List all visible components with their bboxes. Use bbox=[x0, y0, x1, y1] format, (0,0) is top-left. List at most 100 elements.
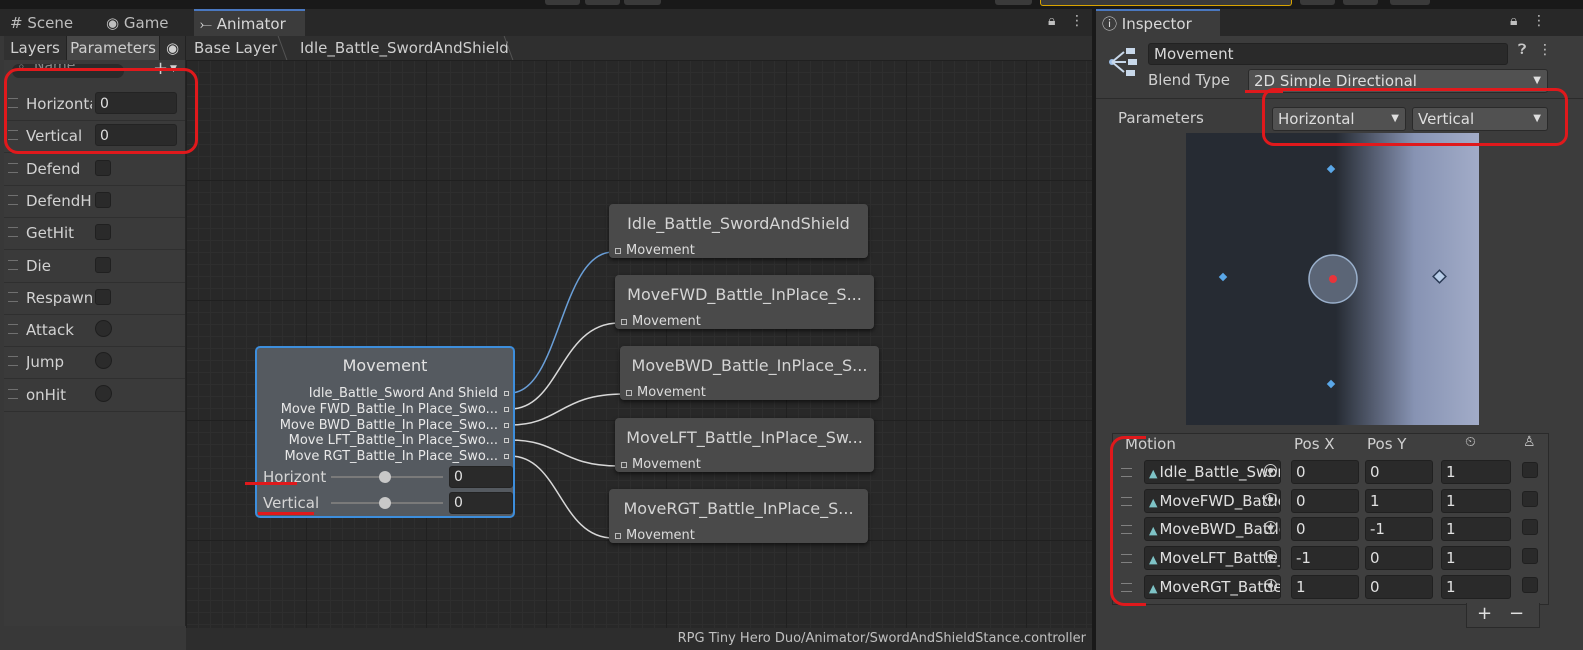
blend-tree-icon bbox=[1109, 48, 1137, 76]
node-title: MoveFWD_Battle_InPlace_S... bbox=[627, 285, 862, 304]
node-port: Movement bbox=[621, 314, 701, 329]
motion-clip-name: MoveBWD_Battle_InPlace_SwordAndShield bbox=[1159, 520, 1280, 539]
blend-space-graph[interactable] bbox=[1186, 133, 1479, 425]
clip-node[interactable]: MoveLFT_Battle_InPlace_Sw... Movement bbox=[615, 418, 874, 472]
node-title: MoveRGT_Battle_InPlace_S... bbox=[623, 499, 854, 518]
motion-output: Move BWD_Battle_In Place_Swo... bbox=[280, 418, 509, 433]
sample-point[interactable] bbox=[1432, 269, 1447, 284]
toolbar-button[interactable] bbox=[1300, 0, 1335, 5]
sample-point[interactable] bbox=[1218, 272, 1228, 282]
motion-clip-field[interactable]: ▲MoveFWD_Battle_InPlace_SwordAndShield bbox=[1144, 488, 1281, 513]
node-title: Idle_Battle_SwordAndShield bbox=[627, 214, 850, 233]
motion-row: ▲MoveRGT_Battle_InPlace_SwordAndShield 10… bbox=[1113, 574, 1548, 603]
controller-path: RPG Tiny Hero Duo/Animator/SwordAndShiel… bbox=[677, 631, 1086, 646]
motion-clip-field[interactable]: ▲Idle_Battle_SwordAndShield bbox=[1144, 460, 1281, 484]
slider-handle[interactable] bbox=[379, 471, 391, 483]
motion-clip-name: MoveRGT_Battle_InPlace_SwordAndShield bbox=[1159, 577, 1280, 596]
animation-clip-icon: ▲ bbox=[1149, 581, 1158, 595]
object-picker-icon[interactable] bbox=[1264, 492, 1277, 506]
sample-point[interactable] bbox=[1326, 379, 1336, 389]
pos-y-header: Pos Y bbox=[1367, 435, 1407, 453]
motion-clip-field[interactable]: ▲MoveBWD_Battle_InPlace_SwordAndShield bbox=[1144, 517, 1281, 542]
mirror-checkbox[interactable] bbox=[1522, 519, 1538, 536]
object-picker-icon[interactable] bbox=[1264, 464, 1277, 477]
mirror-checkbox[interactable] bbox=[1522, 490, 1538, 507]
clip-node[interactable]: MoveBWD_Battle_InPlace_S... Movement bbox=[620, 346, 879, 400]
motion-clip-name: Idle_Battle_SwordAndShield bbox=[1159, 463, 1281, 481]
slider-label: Vertical bbox=[263, 494, 320, 512]
blend-tree-node[interactable]: Movement Idle_Battle_Sword And Shield Mo… bbox=[255, 346, 515, 518]
node-port: Movement bbox=[615, 243, 695, 258]
annotation-circle-dropdowns bbox=[1262, 88, 1568, 146]
connection-line bbox=[509, 251, 614, 394]
mirror-checkbox[interactable] bbox=[1522, 548, 1538, 565]
animation-clip-icon: ▲ bbox=[1149, 553, 1158, 567]
blend-tree-name-field[interactable]: Movement bbox=[1148, 43, 1508, 65]
pos-y-field[interactable]: -1 bbox=[1365, 517, 1433, 542]
toolbar-button[interactable] bbox=[1343, 0, 1378, 5]
slider-value-field[interactable]: 0 bbox=[449, 492, 513, 514]
pos-x-field[interactable]: 0 bbox=[1291, 488, 1359, 513]
add-motion-button[interactable]: + bbox=[1477, 603, 1492, 624]
speed-field[interactable]: 1 bbox=[1441, 574, 1511, 599]
motion-clip-field[interactable]: ▲MoveRGT_Battle_InPlace_SwordAndShield bbox=[1144, 574, 1281, 599]
blend-type-label: Blend Type bbox=[1148, 71, 1230, 89]
animation-clip-icon: ▲ bbox=[1149, 524, 1158, 538]
pos-x-field[interactable]: 0 bbox=[1291, 460, 1359, 484]
clip-node[interactable]: MoveFWD_Battle_InPlace_S... Movement bbox=[615, 275, 874, 329]
current-blend-point[interactable] bbox=[1329, 275, 1337, 283]
motion-output: Move RGT_Battle_In Place_Swo... bbox=[284, 449, 509, 464]
mirror-checkbox[interactable] bbox=[1522, 576, 1538, 593]
node-title: Movement bbox=[342, 356, 428, 375]
motion-clip-field[interactable]: ▲MoveLFT_Battle_InPlace_SwordAndShield bbox=[1144, 546, 1281, 571]
kebab-menu-icon[interactable]: ⋮ bbox=[1538, 42, 1552, 58]
annotation-underline bbox=[258, 512, 314, 515]
animation-clip-icon: ▲ bbox=[1149, 495, 1158, 509]
speed-field[interactable]: 1 bbox=[1441, 517, 1511, 542]
motion-row: ▲MoveFWD_Battle_InPlace_SwordAndShield01… bbox=[1113, 488, 1548, 517]
remove-motion-button[interactable]: − bbox=[1509, 603, 1524, 624]
node-title: MoveLFT_Battle_InPlace_Sw... bbox=[626, 428, 863, 447]
clip-node[interactable]: MoveRGT_Battle_InPlace_S... Movement bbox=[609, 489, 868, 543]
object-picker-icon[interactable] bbox=[1264, 578, 1277, 592]
speed-field[interactable]: 1 bbox=[1441, 488, 1511, 513]
speed-field[interactable]: 1 bbox=[1441, 546, 1511, 571]
sample-point[interactable] bbox=[1326, 164, 1336, 174]
pos-x-field[interactable]: 1 bbox=[1291, 574, 1359, 599]
toolbar-button[interactable] bbox=[1390, 0, 1430, 5]
tab-inspector[interactable]: ⓘ Inspector bbox=[1096, 9, 1220, 38]
speed-icon: ⏲︎ bbox=[1465, 434, 1476, 450]
mirror-checkbox[interactable] bbox=[1522, 462, 1538, 478]
motion-output: Idle_Battle_Sword And Shield bbox=[309, 386, 509, 401]
pos-y-field[interactable]: 0 bbox=[1365, 546, 1433, 571]
node-title: MoveBWD_Battle_InPlace_S... bbox=[631, 356, 868, 375]
lock-icon[interactable]: 🔒︎ bbox=[1510, 13, 1517, 29]
status-bar: RPG Tiny Hero Duo/Animator/SwordAndShiel… bbox=[186, 628, 1092, 650]
motion-row: ▲MoveLFT_Battle_InPlace_SwordAndShield -1… bbox=[1113, 545, 1548, 574]
speed-field[interactable]: 1 bbox=[1441, 460, 1511, 484]
animation-clip-icon: ▲ bbox=[1149, 467, 1158, 480]
slider-handle[interactable] bbox=[379, 497, 391, 509]
pos-y-field[interactable]: 0 bbox=[1365, 574, 1433, 599]
object-picker-icon[interactable] bbox=[1264, 550, 1277, 564]
pos-x-field[interactable]: 0 bbox=[1291, 517, 1359, 542]
node-port: Movement bbox=[621, 457, 701, 472]
connection-line bbox=[509, 393, 625, 426]
node-port: Movement bbox=[626, 385, 706, 400]
motion-output: Move FWD_Battle_In Place_Swo... bbox=[281, 402, 509, 417]
info-icon: ⓘ bbox=[1102, 15, 1118, 33]
slider-value-field[interactable]: 0 bbox=[449, 466, 513, 488]
mirror-icon: ♙ bbox=[1523, 434, 1536, 450]
help-icon[interactable]: ❓︎ bbox=[1518, 42, 1526, 58]
kebab-menu-icon[interactable]: ⋮ bbox=[1532, 13, 1546, 29]
parameters-label: Parameters bbox=[1118, 109, 1204, 127]
pos-y-field[interactable]: 0 bbox=[1365, 460, 1433, 484]
motion-row: ▲MoveBWD_Battle_InPlace_SwordAndShield 0-… bbox=[1113, 516, 1548, 545]
motion-table: Motion Pos X Pos Y ⏲︎ ♙ ▲ Idle_Battle_Swo… bbox=[1112, 433, 1549, 605]
clip-node[interactable]: Idle_Battle_SwordAndShield Movement bbox=[609, 204, 868, 258]
pos-y-field[interactable]: 1 bbox=[1365, 488, 1433, 513]
node-port: Movement bbox=[615, 528, 695, 543]
pos-x-field[interactable]: -1 bbox=[1291, 546, 1359, 571]
blend-samples bbox=[1218, 164, 1447, 389]
vertical-slider-row: Vertical 0 bbox=[261, 492, 513, 514]
